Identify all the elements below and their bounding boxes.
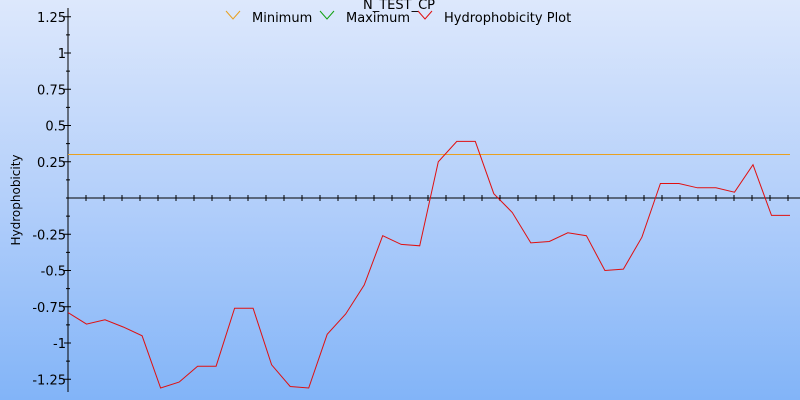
legend-label: Hydrophobicity Plot [444,11,571,26]
y-tick-label: -1 [53,337,66,352]
legend-swatch [225,10,241,20]
y-tick-label: -0.75 [32,301,66,316]
y-tick-label: -1.25 [32,373,66,388]
y-tick-label: 0.75 [37,83,66,98]
legend-label: Minimum [252,11,312,26]
legend-label: Maximum [346,11,410,26]
y-axis-label: Hydrophobicity [9,154,23,245]
y-tick-label: 0.5 [45,120,66,135]
series-hydrophobicity-line [67,140,790,389]
chart-svg: 1.25 1 0.75 0.5 0.25 -0.25 -0.5 -0.75 -1 -1.25 Hyd… [9,0,800,392]
chart: 1.25 1 0.75 0.5 0.25 -0.25 -0.5 -0.75 -1 -1.25 Hyd… [0,0,800,400]
y-tick-label: 1 [58,47,66,62]
y-tick-label: 0.25 [37,156,66,171]
y-tick-label: -0.5 [41,265,66,280]
y-tick-label: -0.25 [32,228,66,243]
y-tick-label: 1.25 [37,11,66,26]
legend-swatch [319,10,335,20]
